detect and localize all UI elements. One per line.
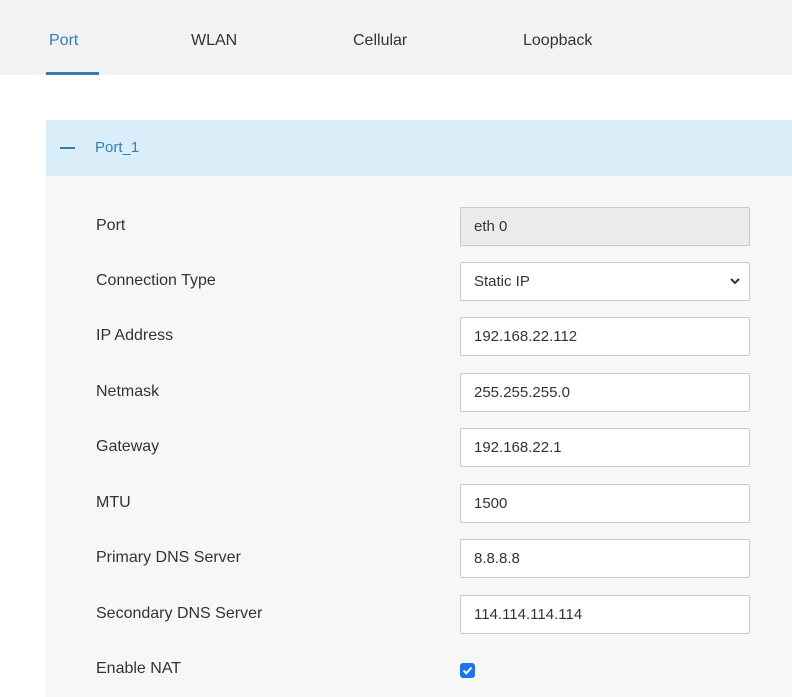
tab-port[interactable]: Port xyxy=(49,31,78,51)
section-header-port-1[interactable]: Port_1 xyxy=(46,120,792,176)
ip-address-input[interactable] xyxy=(460,317,750,356)
netmask-label: Netmask xyxy=(96,383,160,400)
ip-address-label: IP Address xyxy=(96,327,174,344)
active-tab-indicator xyxy=(46,72,99,75)
primary-dns-input[interactable] xyxy=(460,539,750,578)
tab-cellular[interactable]: Cellular xyxy=(353,31,407,51)
secondary-dns-label: Secondary DNS Server xyxy=(96,605,263,622)
checkmark-icon xyxy=(462,666,473,675)
gateway-label: Gateway xyxy=(96,438,160,455)
secondary-dns-input[interactable] xyxy=(460,595,750,634)
tab-bar: Port WLAN Cellular Loopback xyxy=(0,0,792,75)
tab-loopback[interactable]: Loopback xyxy=(523,31,592,51)
port-form: Port eth 0 Connection Type Static IP IP … xyxy=(46,176,792,697)
mtu-label: MTU xyxy=(96,494,131,511)
enable-nat-label: Enable NAT xyxy=(96,660,182,677)
mtu-input[interactable] xyxy=(460,484,750,523)
connection-type-value: Static IP xyxy=(474,273,530,290)
port-label: Port xyxy=(96,217,126,234)
connection-type-label: Connection Type xyxy=(96,272,216,289)
minus-icon[interactable] xyxy=(60,147,75,149)
section-title: Port_1 xyxy=(95,139,140,156)
gateway-input[interactable] xyxy=(460,428,750,467)
port-field: eth 0 xyxy=(460,207,750,246)
page: Port WLAN Cellular Loopback Port_1 Port … xyxy=(0,0,792,697)
enable-nat-checkbox[interactable] xyxy=(460,663,475,678)
connection-type-select[interactable]: Static IP xyxy=(460,262,750,301)
chevron-down-icon xyxy=(730,278,740,285)
tab-wlan[interactable]: WLAN xyxy=(191,31,237,51)
netmask-input[interactable] xyxy=(460,373,750,412)
primary-dns-label: Primary DNS Server xyxy=(96,549,241,566)
